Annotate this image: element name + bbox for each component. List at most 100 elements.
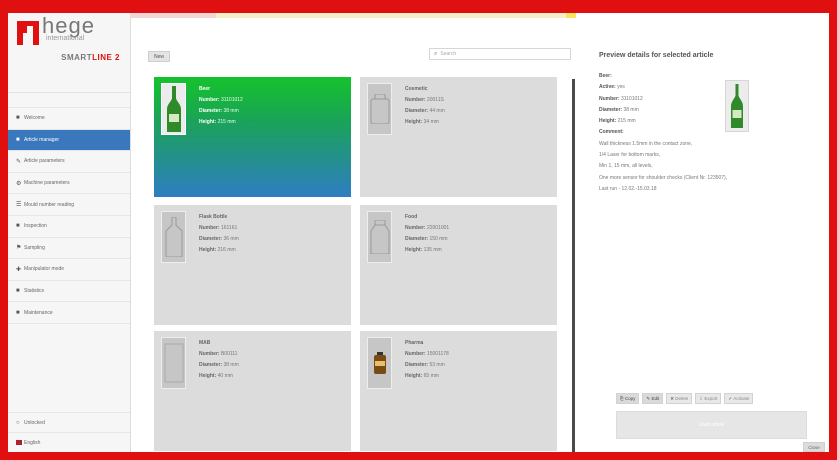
- new-article-button[interactable]: New: [148, 51, 170, 62]
- comment-line: Min 1, 15 mm, all levels,: [599, 163, 653, 170]
- action-label: Export: [704, 396, 718, 401]
- article-card-beer[interactable]: Beer Number: 31101012 Diameter: 38 mm He…: [154, 77, 351, 197]
- sidebar-item-manipulator-mode[interactable]: ✚ Manipulator mode: [8, 259, 130, 281]
- sidebar-footer: ○ Unlocked English: [8, 412, 130, 452]
- article-name: Food: [405, 214, 418, 220]
- article-info: Beer Number: 31101012 Diameter: 38 mm He…: [199, 84, 243, 128]
- diameter-label: Diameter:: [199, 362, 223, 368]
- product-name: SMARTLINE 2: [61, 53, 120, 62]
- article-info: Pharma Number: 15001178 Diameter: 53 mm …: [405, 338, 449, 382]
- sidebar-item-label: Inspection: [24, 223, 47, 230]
- edit-icon: ✎: [646, 395, 651, 401]
- flag-icon: [16, 440, 22, 445]
- article-diameter: 44 mm: [429, 108, 445, 114]
- sidebar-item-sampling[interactable]: ⚑ Sampling: [8, 238, 130, 260]
- bottle-icon: [161, 211, 186, 263]
- sampling-icon: ⚑: [16, 245, 22, 252]
- home-icon: ■: [16, 115, 20, 122]
- sidebar-item-maintenance[interactable]: ■ Maintenance: [8, 302, 130, 324]
- active-value: yes: [617, 84, 625, 91]
- diameter-label: Diameter:: [405, 362, 429, 368]
- lock-icon: ○: [16, 419, 20, 426]
- sidebar-item-mould-number-reading[interactable]: ☰ Mould number reading: [8, 194, 130, 216]
- preview-name: Beer: [599, 73, 611, 79]
- height-label: Height:: [405, 247, 423, 253]
- sidebar-item-label: Machine parameters: [24, 180, 70, 187]
- wrench-icon: ✎: [16, 158, 22, 165]
- lock-status-label: Unlocked: [24, 419, 45, 426]
- gear-icon: ⚙: [16, 180, 22, 187]
- action-label: Delete: [675, 396, 689, 401]
- diameter-value: 38 mm: [623, 106, 639, 113]
- number-label: Number:: [599, 95, 620, 102]
- maintenance-icon: ■: [16, 309, 20, 316]
- article-card-pharma[interactable]: Pharma Number: 15001178 Diameter: 53 mm …: [360, 331, 557, 451]
- sidebar-item-inspection[interactable]: ■ Inspection: [8, 216, 130, 238]
- sidebar: hege international SMARTLINE 2 ■ Welcome ■…: [8, 13, 131, 452]
- sidebar-item-article-parameters[interactable]: ✎ Article parameters: [8, 151, 130, 173]
- brand-logo: hege international SMARTLINE 2: [8, 13, 130, 93]
- height-label: Height:: [405, 119, 423, 125]
- article-diameter: 36 mm: [223, 236, 239, 242]
- diameter-label: Diameter:: [199, 236, 223, 242]
- height-label: Height:: [199, 373, 217, 379]
- brand-subtitle: international: [46, 35, 85, 42]
- preview-actions: ⎘ Copy ✎ Edit ✖ Delete ⇩ Export ✔ Activate: [616, 393, 754, 404]
- edit-button[interactable]: ✎ Edit: [642, 393, 664, 404]
- sidebar-item-statistics[interactable]: ■ Statistics: [8, 281, 130, 303]
- article-number: 20011S: [426, 97, 444, 103]
- activate-button[interactable]: ✔ Activate: [724, 393, 754, 404]
- delete-button[interactable]: ✖ Delete: [666, 393, 693, 404]
- copy-icon: ⎘: [620, 396, 624, 401]
- load-article-label: Load article: [698, 422, 725, 428]
- article-card-food[interactable]: Food Number: 22001001 Diameter: 150 mm H…: [360, 205, 557, 325]
- article-number: B00111: [220, 351, 238, 357]
- preview-details: Beer: Active: yes Number: 31101012 Diame…: [599, 71, 829, 195]
- list-icon: ☰: [16, 202, 22, 209]
- sidebar-item-label: Maintenance: [24, 309, 53, 316]
- comment-line: One more sensor for shoulder checks (Cli…: [599, 174, 728, 181]
- diameter-label: Diameter:: [199, 108, 223, 114]
- language-selector[interactable]: English: [8, 432, 130, 452]
- number-label: Number:: [199, 351, 220, 357]
- search-input[interactable]: ⌕ Search: [429, 48, 571, 60]
- article-diameter: 38 mm: [223, 108, 239, 114]
- article-number: 15001178: [426, 351, 449, 357]
- number-label: Number:: [199, 225, 220, 231]
- article-height: 216 mm: [217, 247, 236, 253]
- scrollbar[interactable]: [572, 79, 575, 452]
- copy-button[interactable]: ⎘ Copy: [616, 393, 640, 404]
- sidebar-item-label: Statistics: [24, 288, 45, 295]
- article-height: 65 mm: [423, 373, 439, 379]
- diameter-label: Diameter:: [599, 106, 623, 113]
- number-label: Number:: [405, 351, 426, 357]
- article-card-flask-bottle[interactable]: Flask Bottle Number: 161161 Diameter: 36…: [154, 205, 351, 325]
- activate-icon: ✔: [728, 395, 733, 401]
- article-card-cosmetic[interactable]: Cosmetic Number: 20011S Diameter: 44 mm …: [360, 77, 557, 197]
- language-label: English: [24, 439, 41, 446]
- close-label: Close: [808, 444, 820, 450]
- height-label: Height:: [405, 373, 423, 379]
- comment-label: Comment:: [599, 129, 624, 136]
- bottle-icon: [161, 337, 186, 389]
- article-name: Beer: [199, 86, 211, 92]
- preview-thumbnail: [725, 80, 749, 132]
- sidebar-item-label: Article manager: [24, 136, 60, 143]
- sidebar-item-machine-parameters[interactable]: ⚙ Machine parameters: [8, 173, 130, 195]
- article-number: 161161: [220, 225, 238, 231]
- sidebar-item-welcome[interactable]: ■ Welcome: [8, 108, 130, 130]
- article-diameter: 150 mm: [429, 236, 448, 242]
- load-article-button[interactable]: Load article: [616, 411, 807, 439]
- bottle-icon: [367, 337, 392, 389]
- sidebar-item-label: Manipulator mode: [24, 266, 65, 273]
- lock-status[interactable]: ○ Unlocked: [8, 412, 130, 432]
- height-label: Height:: [599, 118, 617, 125]
- comment-text: Wall thickness 1.5mm in the contact zone…: [599, 139, 829, 195]
- export-button[interactable]: ⇩ Export: [695, 393, 722, 404]
- article-card-mab[interactable]: MAB Number: B00111 Diameter: 38 mm Heigh…: [154, 331, 351, 451]
- close-button[interactable]: Close: [803, 442, 825, 452]
- delete-icon: ✖: [670, 395, 674, 401]
- preview-panel: Preview details for selected article Bee…: [576, 13, 829, 452]
- sidebar-item-article-manager[interactable]: ■ Article manager: [8, 129, 130, 152]
- article-name: Pharma: [405, 340, 424, 346]
